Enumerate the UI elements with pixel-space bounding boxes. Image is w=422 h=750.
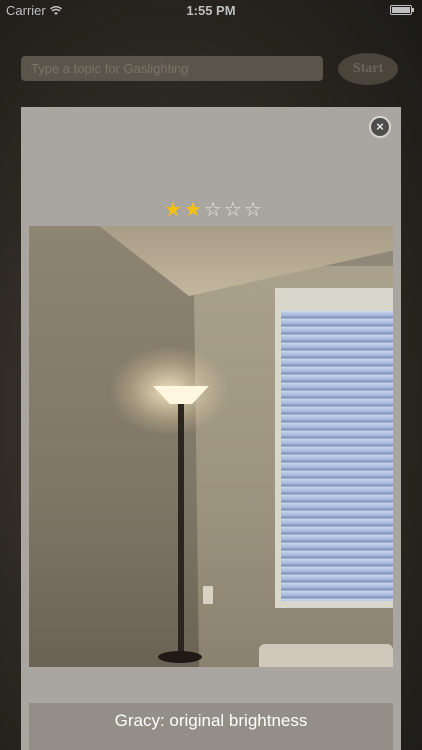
search-input[interactable]: Type a topic for Gaslighting: [21, 56, 323, 81]
photo-caption: Gracy: original brightness: [114, 711, 308, 730]
star-5[interactable]: ☆: [243, 199, 263, 221]
photo-left-wall: [29, 226, 199, 667]
star-2[interactable]: ★: [183, 199, 203, 221]
photo-outlet: [203, 586, 213, 604]
photo-modal: × ★ ★ ☆ ☆ ☆ Gracy: original brightness: [21, 107, 401, 750]
battery-icon: [390, 5, 414, 15]
star-3[interactable]: ☆: [203, 199, 223, 221]
star-1[interactable]: ★: [163, 199, 183, 221]
photo-lamp-pole: [178, 404, 184, 654]
start-button[interactable]: Start: [338, 53, 398, 85]
status-time: 1:55 PM: [186, 3, 236, 18]
close-button[interactable]: ×: [369, 116, 391, 138]
star-4[interactable]: ☆: [223, 199, 243, 221]
photo-lamp-base: [158, 651, 202, 663]
room-photo: [29, 226, 393, 667]
star-rating[interactable]: ★ ★ ☆ ☆ ☆: [163, 199, 263, 221]
status-bar: Carrier 1:55 PM: [0, 0, 422, 22]
photo-window-blinds: [281, 311, 393, 601]
photo-bed: [259, 644, 393, 667]
